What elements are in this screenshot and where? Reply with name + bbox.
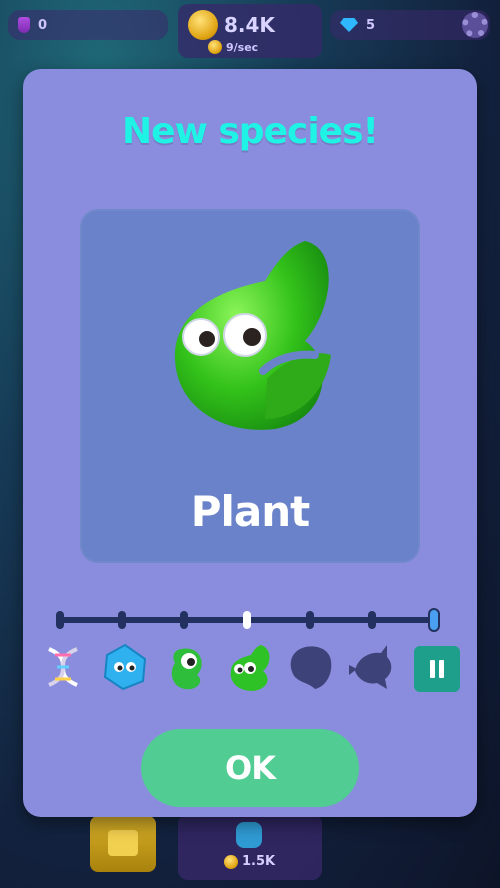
new-species-dialog: New species! Plant OK (23, 69, 477, 817)
coin-counter: 8.4K 9/sec (178, 4, 322, 58)
dialog-title: New species! (122, 111, 379, 152)
coin-small-icon (224, 854, 238, 869)
vial-icon (18, 17, 30, 33)
species-name: Plant (190, 487, 311, 536)
gem-count: 5 (366, 17, 376, 33)
coin-value: 8.4K (224, 13, 275, 37)
coin-rate: 9/sec (226, 40, 259, 54)
evolution-stages (37, 641, 467, 697)
locked-silhouette-1-icon (285, 641, 337, 693)
pause-icon (430, 660, 444, 678)
locked-fish-silhouette-icon (347, 641, 399, 693)
creature-mini-icon (236, 822, 262, 848)
blue-blob-icon (99, 641, 151, 693)
buy-creature-button[interactable]: 1.5K (178, 814, 322, 880)
timeline-end-marker (428, 608, 440, 632)
timeline-dot (118, 611, 126, 629)
dna-count: 0 (38, 17, 48, 33)
bottom-bar: 1.5K (0, 808, 500, 888)
timeline-dot (306, 611, 314, 629)
price-label: 1.5K (242, 854, 276, 869)
ok-button[interactable]: OK (141, 729, 359, 807)
top-hud: 0 8.4K 9/sec 5 (0, 0, 500, 60)
species-card: Plant (80, 209, 420, 563)
coin-small-icon (208, 40, 222, 54)
green-worm-icon (161, 641, 213, 693)
timeline-dot (180, 611, 188, 629)
timeline-dot (56, 611, 64, 629)
gem-icon (340, 18, 358, 32)
evolution-timeline (56, 608, 442, 633)
coin-icon (188, 10, 218, 40)
dna-counter: 0 (8, 10, 168, 40)
pause-button[interactable] (414, 646, 460, 692)
timeline-dot-current (243, 611, 251, 629)
timeline-dot (368, 611, 376, 629)
plant-creature-icon (174, 241, 331, 430)
dna-icon (37, 641, 89, 693)
box-button[interactable] (90, 816, 156, 872)
plant-icon (223, 641, 275, 693)
gear-icon[interactable] (462, 12, 488, 38)
